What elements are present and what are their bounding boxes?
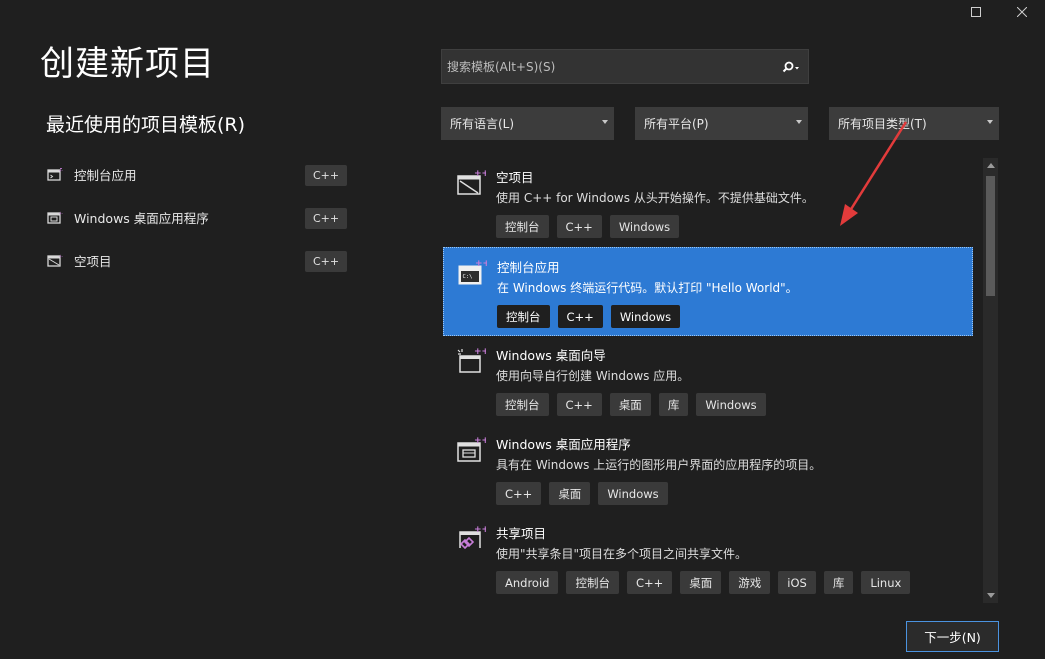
template-tag: C++: [557, 305, 603, 328]
scrollbar-thumb[interactable]: [986, 176, 995, 296]
console-app-icon: C:\ ++: [457, 258, 490, 288]
template-tag: Windows: [610, 305, 681, 328]
svg-text:++: ++: [475, 259, 487, 269]
template-item-console-app[interactable]: C:\ ++ 控制台应用 在 Windows 终端运行代码。默认打印 "Hello…: [443, 247, 973, 336]
chevron-down-icon: [987, 120, 993, 124]
template-tag: Linux: [861, 571, 911, 594]
recent-templates-list: ++ 控制台应用 C++ ++ Windows 桌面应用程序 C++ ++ 空项…: [46, 160, 356, 275]
template-search-box: [441, 49, 809, 84]
scroll-up-arrow-icon[interactable]: [987, 163, 995, 168]
empty-project-icon: ++: [456, 168, 489, 198]
template-tag: C++: [626, 571, 673, 594]
template-name: 控制台应用: [497, 260, 560, 275]
template-tag: 控制台: [566, 571, 619, 594]
maximize-icon: [971, 7, 981, 17]
language-filter-label: 所有语言(L): [450, 117, 515, 131]
scroll-down-arrow-icon[interactable]: [987, 593, 995, 598]
template-tags: C++ 桌面 Windows: [496, 482, 668, 505]
template-list: ++ 空项目 使用 C++ for Windows 从头开始操作。不提供基础文件…: [441, 158, 974, 603]
chevron-down-icon: [796, 120, 802, 124]
template-tag: 桌面: [609, 393, 651, 416]
recent-item-label: 控制台应用: [74, 168, 137, 183]
template-description: 使用向导自行创建 Windows 应用。: [496, 369, 690, 383]
template-tag: Android: [496, 571, 559, 594]
template-item-shared-project[interactable]: ++ 共享项目 使用"共享条目"项目在多个项目之间共享文件。 Android 控…: [443, 514, 973, 603]
recent-item-label: 空项目: [74, 254, 112, 269]
page-title: 创建新项目: [40, 44, 215, 84]
template-tag: C++: [556, 215, 602, 238]
template-tag: 库: [658, 393, 689, 416]
platform-filter-label: 所有平台(P): [644, 117, 709, 131]
empty-project-icon: ++: [46, 252, 64, 270]
template-tag: iOS: [778, 571, 816, 594]
template-tag: 控制台: [496, 393, 549, 416]
template-description: 具有在 Windows 上运行的图形用户界面的应用程序的项目。: [496, 458, 822, 472]
console-app-icon: ++: [46, 166, 64, 184]
template-description: 在 Windows 终端运行代码。默认打印 "Hello World"。: [497, 281, 798, 295]
template-name: 共享项目: [496, 526, 547, 541]
next-button[interactable]: 下一步(N): [906, 621, 999, 652]
close-icon: [1017, 7, 1027, 17]
svg-text:C:\: C:\: [463, 274, 473, 280]
language-tag: C++: [305, 165, 347, 186]
close-button[interactable]: [1000, 0, 1044, 24]
template-tag: 桌面: [549, 482, 591, 505]
template-tag: Windows: [696, 393, 766, 416]
chevron-down-icon: [602, 120, 608, 124]
template-description: 使用"共享条目"项目在多个项目之间共享文件。: [496, 547, 748, 561]
desktop-app-icon: ++: [456, 435, 489, 465]
template-tags: 控制台 C++ 桌面 库 Windows: [496, 393, 766, 416]
template-item-desktop-app[interactable]: ++ Windows 桌面应用程序 具有在 Windows 上运行的图形用户界面…: [443, 425, 973, 514]
template-tag: 游戏: [729, 571, 771, 594]
svg-text:++: ++: [474, 347, 486, 357]
template-item-empty-project[interactable]: ++ 空项目 使用 C++ for Windows 从头开始操作。不提供基础文件…: [443, 158, 973, 247]
template-tag: C++: [496, 482, 542, 505]
template-description: 使用 C++ for Windows 从头开始操作。不提供基础文件。: [496, 191, 814, 205]
svg-text:++: ++: [474, 436, 486, 446]
svg-text:++: ++: [474, 169, 486, 179]
template-tags: Android 控制台 C++ 桌面 游戏 iOS 库 Linux: [496, 571, 911, 594]
project-type-filter-dropdown[interactable]: 所有项目类型(T): [829, 107, 999, 140]
shared-project-icon: ++: [456, 524, 489, 554]
template-tag: 控制台: [497, 305, 550, 328]
project-type-filter-label: 所有项目类型(T): [838, 117, 927, 131]
maximize-button[interactable]: [954, 0, 998, 24]
recent-item-desktop-app[interactable]: ++ Windows 桌面应用程序 C++: [46, 203, 356, 232]
template-item-desktop-wizard[interactable]: ++ Windows 桌面向导 使用向导自行创建 Windows 应用。 控制台…: [443, 336, 973, 425]
template-tag: Windows: [609, 215, 680, 238]
template-tags: 控制台 C++ Windows: [496, 215, 680, 238]
template-name: Windows 桌面应用程序: [496, 437, 631, 452]
template-tag: 控制台: [496, 215, 549, 238]
language-filter-dropdown[interactable]: 所有语言(L): [441, 107, 614, 140]
svg-text:++: ++: [59, 254, 64, 259]
template-tag: 库: [823, 571, 854, 594]
template-name: Windows 桌面向导: [496, 348, 606, 363]
template-tag: C++: [556, 393, 602, 416]
template-tag: Windows: [598, 482, 668, 505]
svg-text:++: ++: [59, 211, 64, 216]
platform-filter-dropdown[interactable]: 所有平台(P): [635, 107, 808, 140]
template-tags: 控制台 C++ Windows: [497, 305, 681, 328]
svg-text:++: ++: [474, 525, 486, 535]
desktop-wizard-icon: ++: [456, 346, 489, 376]
language-tag: C++: [305, 208, 347, 229]
recent-item-empty-project[interactable]: ++ 空项目 C++: [46, 246, 356, 275]
template-tag: 桌面: [680, 571, 722, 594]
desktop-app-icon: ++: [46, 209, 64, 227]
recent-item-console-app[interactable]: ++ 控制台应用 C++: [46, 160, 356, 189]
recent-item-label: Windows 桌面应用程序: [74, 211, 209, 226]
language-tag: C++: [305, 251, 347, 272]
template-name: 空项目: [496, 170, 534, 185]
template-list-scrollbar[interactable]: [983, 158, 998, 603]
recent-templates-heading: 最近使用的项目模板(R): [46, 114, 246, 136]
search-input[interactable]: [442, 50, 774, 83]
svg-text:++: ++: [59, 168, 64, 173]
search-button[interactable]: [774, 50, 808, 83]
search-icon: [782, 61, 799, 72]
